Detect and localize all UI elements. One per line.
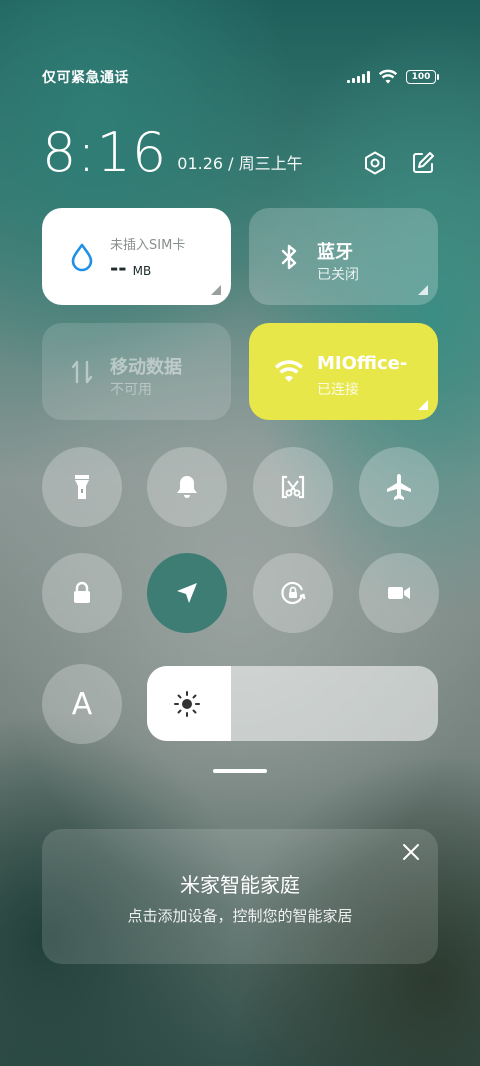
clock-date: 01.26 / 周三上午 <box>177 154 303 173</box>
signal-icon <box>347 71 370 83</box>
wifi-status: 已连接 <box>317 382 359 398</box>
wifi-tile[interactable]: MIOffice- 已连接 <box>249 323 438 420</box>
flashlight-toggle[interactable] <box>42 447 122 527</box>
wifi-network-name: MIOffice- <box>317 353 408 374</box>
bell-icon <box>177 476 197 498</box>
close-icon[interactable] <box>402 843 420 861</box>
lock-icon <box>74 581 90 603</box>
sim-data-tile[interactable]: 未插入SIM卡 -- MB <box>42 208 231 305</box>
carrier-text: 仅可紧急通话 <box>42 70 129 86</box>
sim-usage-value: -- <box>110 256 127 280</box>
bluetooth-title: 蓝牙 <box>317 242 353 263</box>
flashlight-icon <box>75 475 89 499</box>
airplane-toggle[interactable] <box>359 447 439 527</box>
sim-usage: -- MB <box>110 256 151 280</box>
mobile-data-title: 移动数据 <box>110 357 182 378</box>
water-drop-icon <box>71 243 93 272</box>
auto-brightness-toggle[interactable]: A <box>42 664 122 744</box>
expand-corner-icon <box>418 285 428 295</box>
wifi-icon <box>275 360 303 382</box>
settings-icon[interactable] <box>362 150 388 176</box>
sim-title: 未插入SIM卡 <box>110 238 186 253</box>
pull-handle[interactable] <box>213 769 267 773</box>
bluetooth-status: 已关闭 <box>317 267 359 283</box>
bluetooth-icon <box>281 244 297 270</box>
clock-row: 8:16 01.26 / 周三上午 <box>42 122 436 180</box>
airplane-icon <box>387 474 411 500</box>
mi-home-card[interactable]: 米家智能家庭 点击添加设备，控制您的智能家居 <box>42 829 438 964</box>
screen-record-toggle[interactable] <box>359 553 439 633</box>
status-icons: 100 <box>347 69 439 85</box>
sun-icon <box>174 691 200 717</box>
data-transfer-icon <box>71 360 93 384</box>
auto-brightness-label: A <box>71 686 93 722</box>
location-toggle[interactable] <box>147 553 227 633</box>
brightness-slider[interactable] <box>147 666 438 741</box>
expand-corner-icon <box>418 400 428 410</box>
card-title: 米家智能家庭 <box>180 873 300 897</box>
bluetooth-tile[interactable]: 蓝牙 已关闭 <box>249 208 438 305</box>
rotation-lock-icon <box>281 581 306 605</box>
mobile-data-status: 不可用 <box>110 382 152 398</box>
location-icon <box>177 583 197 603</box>
battery-icon: 100 <box>406 70 439 84</box>
screenshot-icon <box>281 475 305 499</box>
mobile-data-tile[interactable]: 移动数据 不可用 <box>42 323 231 420</box>
sim-usage-unit: MB <box>132 264 152 278</box>
card-subtitle: 点击添加设备，控制您的智能家居 <box>127 907 353 925</box>
rotation-lock-toggle[interactable] <box>253 553 333 633</box>
expand-corner-icon <box>211 285 221 295</box>
edit-icon[interactable] <box>410 150 436 176</box>
clock-time: 8:16 <box>42 121 168 184</box>
video-camera-icon <box>388 587 410 599</box>
ring-toggle[interactable] <box>147 447 227 527</box>
lock-toggle[interactable] <box>42 553 122 633</box>
screenshot-toggle[interactable] <box>253 447 333 527</box>
status-bar: 仅可紧急通话 100 <box>42 66 439 88</box>
wifi-status-icon <box>378 69 398 84</box>
